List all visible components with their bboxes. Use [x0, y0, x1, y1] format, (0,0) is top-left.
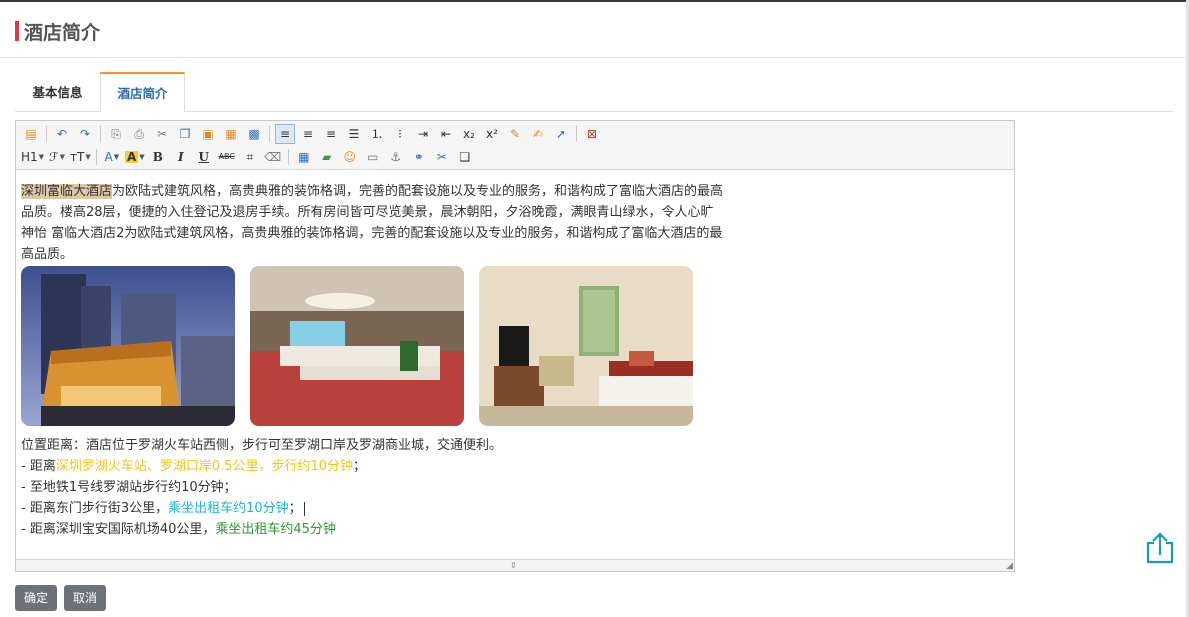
tab-hotel-intro[interactable]: 酒店简介 [100, 72, 185, 113]
subscript-icon[interactable]: x₂ [459, 124, 479, 144]
toolbar-separator [95, 149, 97, 165]
toolbar-row-2: H1 ▼ ℱ ▼ тT ▼ A ▼ A ▼ B I U ABC ⌗ ⌫ ▦ ▰ ☺ ▭ ⚓… [21, 147, 478, 167]
rich-text-editor: ▤ ↶ ↷ ⎘ ⎙ ✂ ❐ ▣ ▦ ▩ ≡ ≡ ≡ ☰ ⒈ ⁝ ⇥ ⇤ x₂ x… [15, 120, 1015, 572]
print-icon[interactable]: ⎙ [129, 124, 149, 144]
location-line-2: - 至地铁1号线罗湖站步行约10分钟； [21, 480, 237, 495]
cut-icon[interactable]: ✂ [152, 124, 172, 144]
toolbar-separator [576, 126, 577, 142]
eraser-icon[interactable]: ⌫ [263, 147, 283, 167]
copy-icon[interactable]: ❐ [175, 124, 195, 144]
source-code-icon[interactable]: ▤ [21, 124, 41, 144]
preview-icon[interactable]: ⎘ [106, 124, 126, 144]
toolbar-separator [46, 126, 47, 142]
emoticon-icon[interactable]: ☺ [340, 147, 360, 167]
cursor-icon[interactable]: ➚ [551, 124, 571, 144]
align-justify-icon[interactable]: ☰ [344, 124, 364, 144]
resize-corner-icon[interactable]: ◢ [1006, 561, 1013, 571]
clear-format-icon[interactable]: ✎ [505, 124, 525, 144]
align-left-icon[interactable]: ≡ [275, 124, 295, 144]
select-all-icon[interactable]: ✍ [528, 124, 548, 144]
horizontal-rule-icon[interactable]: ⌗ [240, 147, 260, 167]
editor-resize-bar[interactable]: ⇕ ◢ [16, 559, 1014, 571]
toolbar-separator [287, 149, 289, 165]
align-center-icon[interactable]: ≡ [298, 124, 318, 144]
heading-dropdown[interactable]: H1 ▼ [21, 147, 44, 167]
paste-word-icon[interactable]: ▩ [244, 124, 264, 144]
back-to-top-icon[interactable] [1145, 531, 1175, 565]
superscript-icon[interactable]: x² [482, 124, 502, 144]
paste-icon[interactable]: ▣ [198, 124, 218, 144]
page-header: 酒店简介 [0, 2, 1186, 58]
location-line-3: - 距离东门步行街3公里，乘坐出租车约10分钟； [21, 498, 1011, 519]
page-break-icon[interactable]: ▭ [363, 147, 383, 167]
intro-text: 为欧陆式建筑风格，高贵典雅的装饰格调，完善的配套设施以及专业的服务，和谐构成了富… [21, 184, 724, 262]
confirm-button[interactable]: 确定 [15, 585, 57, 611]
resize-grip-icon[interactable]: ⇕ [510, 561, 517, 570]
toolbar-separator [100, 126, 101, 142]
location-line-1: - 距离深圳罗湖火车站、罗湖口岸0.5公里，步行约10分钟； [21, 459, 367, 474]
link-icon[interactable]: ⚭ [409, 147, 429, 167]
unordered-list-icon[interactable]: ⁝ [390, 124, 410, 144]
outdent-icon[interactable]: ⇤ [436, 124, 456, 144]
ordered-list-icon[interactable]: ⒈ [367, 124, 387, 144]
template-icon[interactable]: ❏ [455, 147, 475, 167]
bold-button[interactable]: B [148, 147, 168, 167]
location-title: 位置距离：酒店位于罗湖火车站西侧，步行可至罗湖口岸及罗湖商业城，交通便利。 [21, 438, 503, 453]
title-accent-bar [15, 21, 19, 41]
font-size-dropdown[interactable]: тT ▼ [70, 147, 91, 167]
editor-content[interactable]: 深圳富临大酒店为欧陆式建筑风格，高贵典雅的装饰格调，完善的配套设施以及专业的服务… [21, 181, 1011, 540]
insert-image-icon[interactable]: ▰ [317, 147, 337, 167]
undo-icon[interactable]: ↶ [52, 124, 72, 144]
editor-toolbar: ▤ ↶ ↷ ⎘ ⎙ ✂ ❐ ▣ ▦ ▩ ≡ ≡ ≡ ☰ ⒈ ⁝ ⇥ ⇤ x₂ x… [16, 121, 1014, 170]
anchor-icon[interactable]: ⚓ [386, 147, 406, 167]
photo-row [21, 266, 1011, 426]
tab-basic-info[interactable]: 基本信息 [15, 72, 100, 112]
tab-bar: 基本信息 酒店简介 [15, 72, 1173, 113]
location-section: 位置距离：酒店位于罗湖火车站西侧，步行可至罗湖口岸及罗湖商业城，交通便利。 - … [21, 435, 1011, 540]
font-family-dropdown[interactable]: ℱ ▼ [47, 147, 67, 167]
hotel-name-highlight: 深圳富临大酒店 [21, 184, 113, 199]
indent-icon[interactable]: ⇥ [413, 124, 433, 144]
strikethrough-button[interactable]: ABC [217, 147, 237, 167]
unlink-icon[interactable]: ✂ [432, 147, 452, 167]
cancel-button[interactable]: 取消 [64, 585, 106, 611]
page-title: 酒店简介 [24, 22, 101, 44]
photo-conference-hall[interactable] [250, 266, 464, 426]
location-line-4: - 距离深圳宝安国际机场40公里，乘坐出租车约45分钟 [21, 522, 336, 537]
fullscreen-icon[interactable]: ⊠ [582, 124, 602, 144]
toolbar-separator [269, 126, 270, 142]
toolbar-row-1: ▤ ↶ ↷ ⎘ ⎙ ✂ ❐ ▣ ▦ ▩ ≡ ≡ ≡ ☰ ⒈ ⁝ ⇥ ⇤ x₂ x… [21, 124, 605, 144]
highlight-color-button[interactable]: A ▼ [124, 147, 145, 167]
align-right-icon[interactable]: ≡ [321, 124, 341, 144]
photo-guest-room[interactable] [479, 266, 693, 426]
italic-button[interactable]: I [171, 147, 191, 167]
text-cursor [303, 501, 305, 516]
table-icon[interactable]: ▦ [294, 147, 314, 167]
font-color-button[interactable]: A ▼ [102, 147, 122, 167]
redo-icon[interactable]: ↷ [75, 124, 95, 144]
photo-hotel-exterior[interactable] [21, 266, 235, 426]
intro-paragraph: 深圳富临大酒店为欧陆式建筑风格，高贵典雅的装饰格调，完善的配套设施以及专业的服务… [21, 181, 726, 265]
paste-text-icon[interactable]: ▦ [221, 124, 241, 144]
underline-button[interactable]: U [194, 147, 214, 167]
